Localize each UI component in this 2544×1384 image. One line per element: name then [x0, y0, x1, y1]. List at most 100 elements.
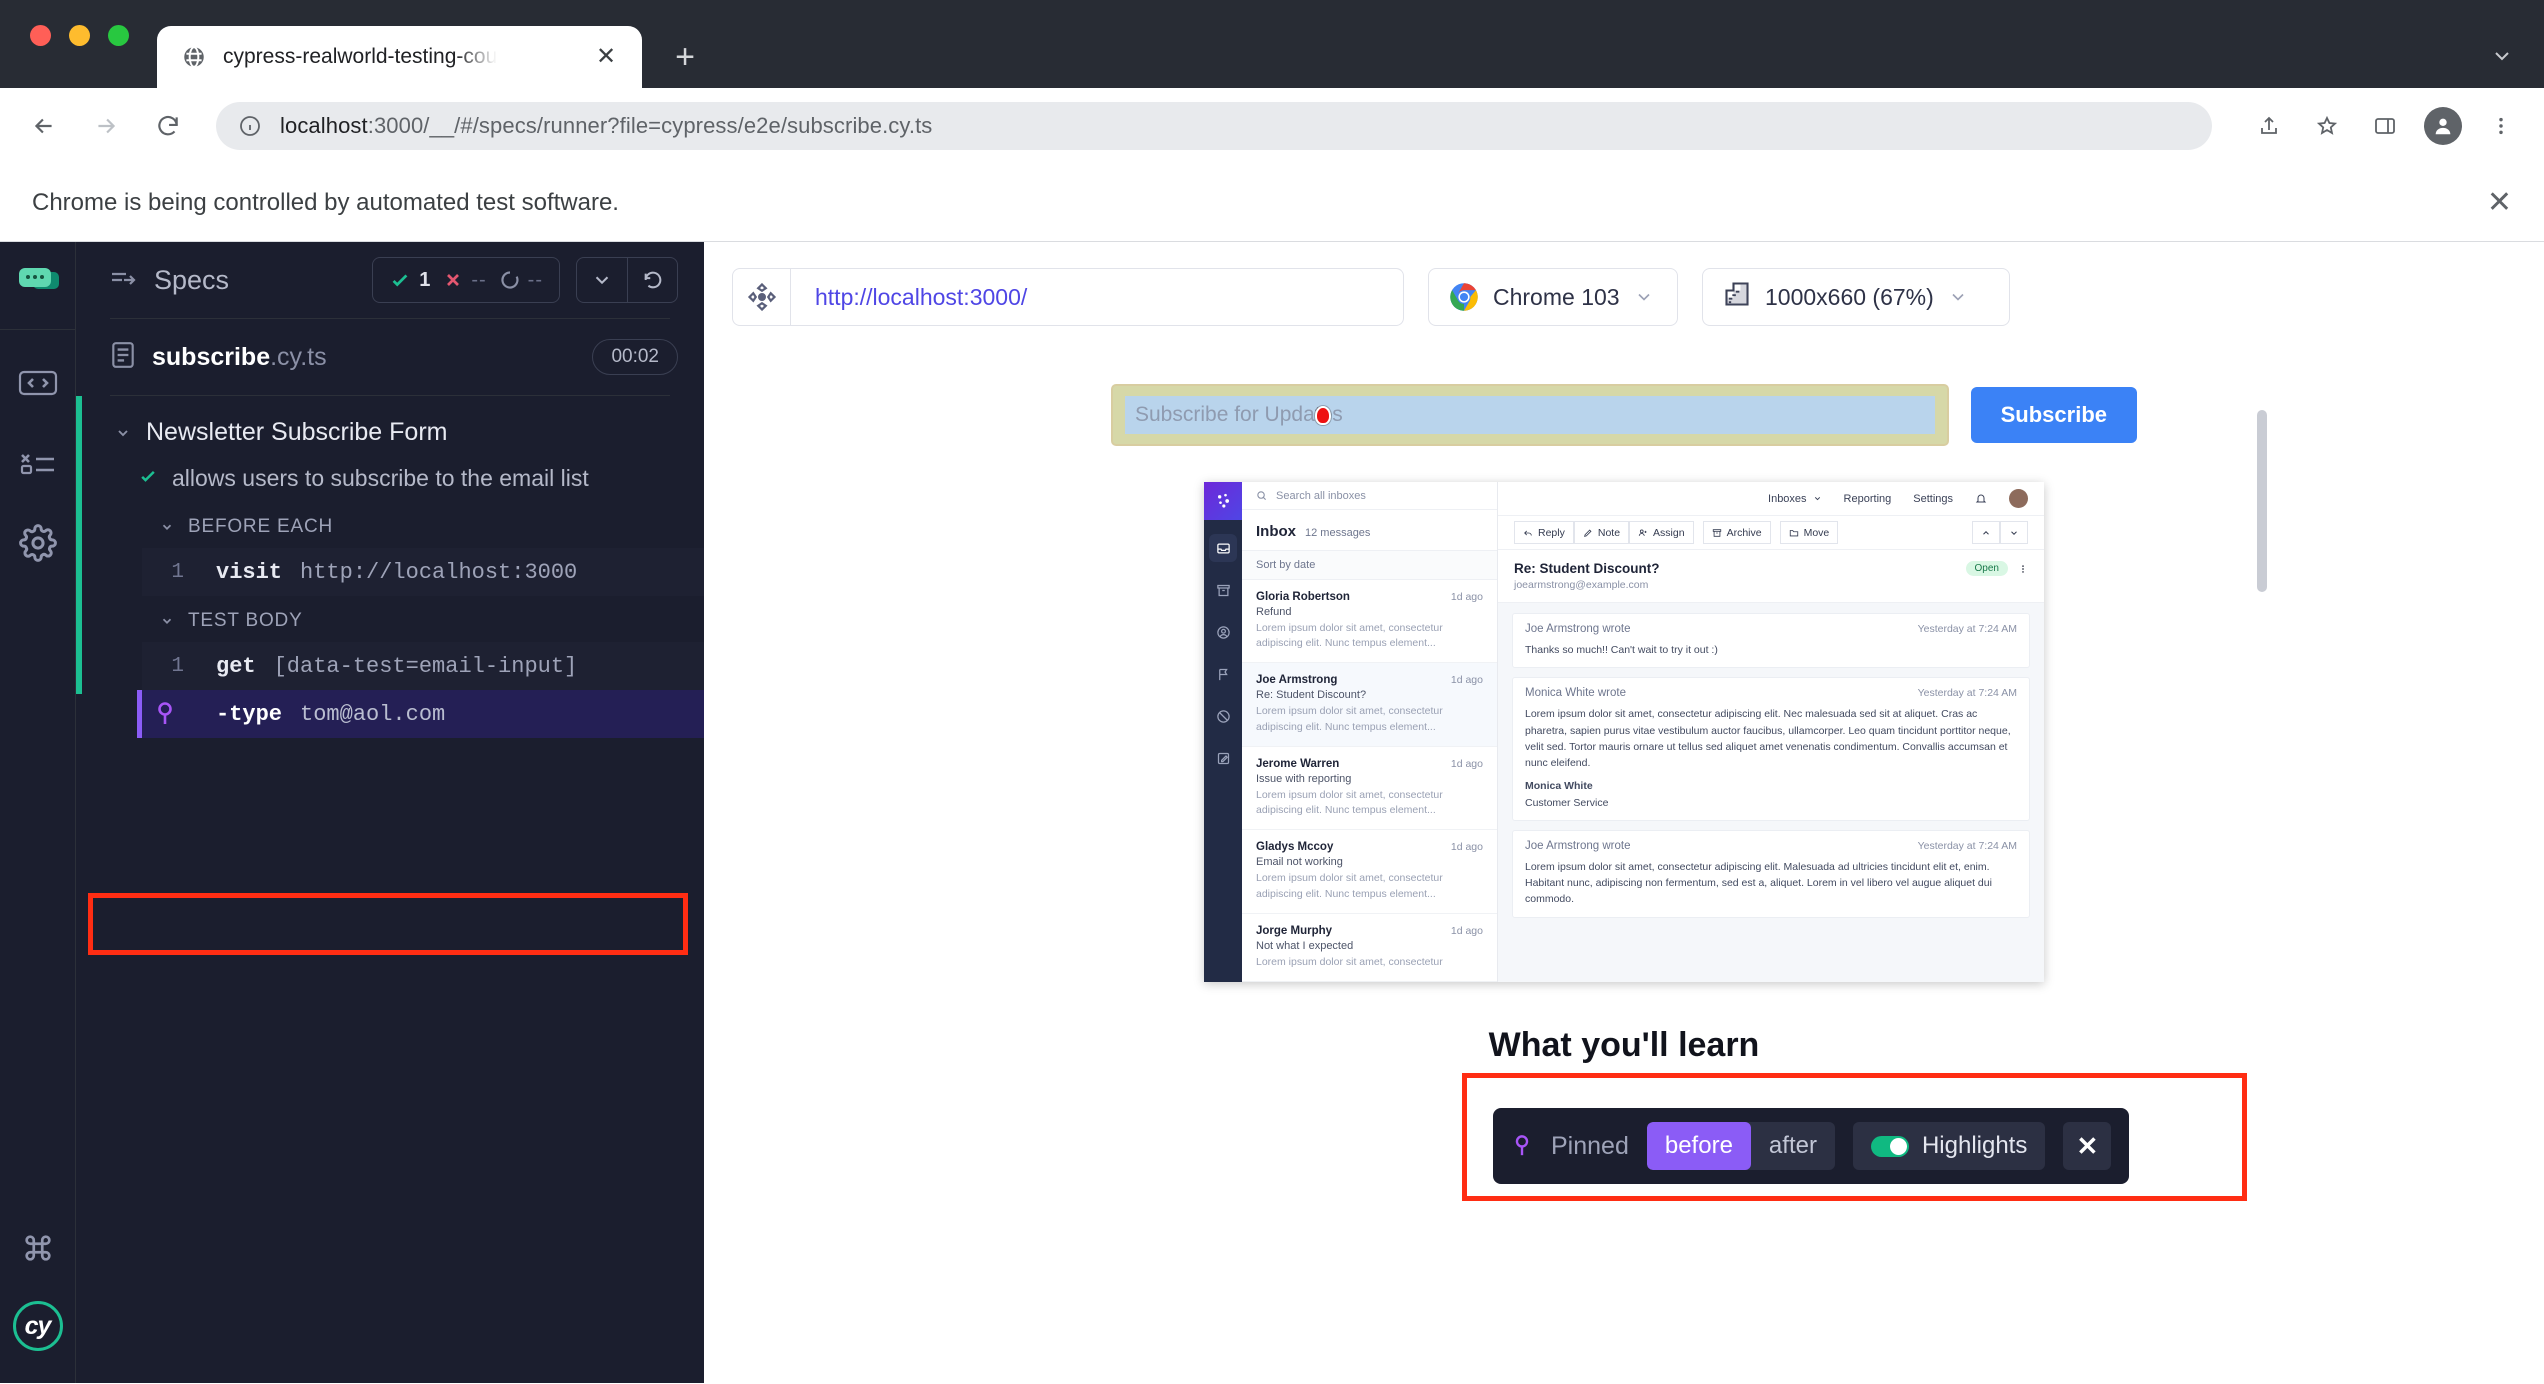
chevron-down-icon[interactable] — [1634, 287, 1654, 307]
toolbar-actions — [2240, 107, 2520, 145]
snapshot-after-button[interactable]: after — [1751, 1122, 1835, 1170]
mail-rail — [1204, 482, 1242, 982]
mail-subject: Not what I expected — [1256, 940, 1483, 952]
spec-name: subscribe.cy.ts — [152, 343, 327, 372]
email-input[interactable]: Subscribe for Updates — [1125, 396, 1935, 434]
browser-toolbar: localhost:3000/__/#/specs/runner?file=cy… — [0, 88, 2544, 164]
test-reporter-panel: Specs 1 -- -- — [76, 242, 704, 1383]
keyboard-shortcuts-icon[interactable] — [11, 1221, 65, 1275]
toggle-switch[interactable] — [1871, 1136, 1909, 1157]
command-row[interactable]: 1 get [data-test=email-input] — [142, 642, 704, 690]
inbox-icon — [1209, 534, 1237, 562]
folder-icon — [1789, 528, 1799, 538]
subscribe-button[interactable]: Subscribe — [1971, 387, 2137, 443]
reporter-header: Specs 1 -- -- — [76, 242, 704, 318]
check-icon — [389, 269, 411, 291]
minimize-window-button[interactable] — [69, 25, 90, 46]
thread-signature: Monica WhiteCustomer Service — [1525, 778, 2017, 811]
nav-reporting: Reporting — [1844, 493, 1892, 505]
reload-icon[interactable] — [148, 106, 188, 146]
new-tab-button[interactable]: + — [658, 30, 712, 84]
tab-search-icon[interactable] — [2490, 44, 2514, 74]
info-icon[interactable] — [238, 114, 262, 138]
settings-gear-icon[interactable] — [11, 516, 65, 570]
chevron-down-icon[interactable] — [158, 614, 176, 628]
ruler-icon — [1723, 280, 1751, 314]
mail-search-placeholder: Search all inboxes — [1276, 490, 1366, 502]
window-controls — [30, 25, 157, 88]
browser-tab[interactable]: cypress-realworld-testing-cou ✕ — [157, 26, 642, 88]
snapshot-before-button[interactable]: before — [1647, 1122, 1751, 1170]
aut-scrollbar[interactable] — [2257, 410, 2267, 592]
hook-label-text: TEST BODY — [188, 610, 303, 632]
chrome-icon — [1449, 282, 1479, 312]
mail-sender: Jorge Murphy — [1256, 925, 1332, 937]
chevron-down-icon[interactable] — [158, 520, 176, 534]
chevron-down-icon[interactable] — [1948, 287, 1968, 307]
back-icon[interactable] — [24, 106, 64, 146]
close-icon[interactable]: ✕ — [2487, 188, 2512, 218]
cypress-logo[interactable]: cy — [13, 1301, 63, 1351]
debug-icon[interactable] — [11, 436, 65, 490]
specs-label[interactable]: Specs — [154, 265, 229, 296]
profile-avatar[interactable] — [2424, 107, 2462, 145]
nav-settings: Settings — [1913, 493, 1953, 505]
hook-before-each-label[interactable]: BEFORE EACH — [114, 502, 704, 548]
bell-icon — [1975, 493, 1987, 505]
test-title[interactable]: allows users to subscribe to the email l… — [114, 455, 704, 502]
reporter-header-actions: 1 -- -- — [372, 257, 678, 303]
viewport-selector-label: 1000x660 (67%) — [1765, 284, 1934, 311]
pending-count: -- — [528, 269, 543, 292]
chrome-menu-icon[interactable] — [2482, 107, 2520, 145]
mail-time: 1d ago — [1451, 674, 1483, 686]
pending-stat: -- — [500, 269, 543, 292]
side-panel-icon[interactable] — [2366, 107, 2404, 145]
thread-wrote: wrote — [1599, 623, 1630, 635]
runs-icon[interactable] — [15, 264, 61, 305]
chevron-down-icon[interactable] — [114, 425, 132, 441]
bookmark-star-icon[interactable] — [2308, 107, 2346, 145]
spec-row[interactable]: subscribe.cy.ts 00:02 — [76, 319, 704, 395]
specs-code-icon[interactable] — [11, 356, 65, 410]
maximize-window-button[interactable] — [108, 25, 129, 46]
command-row-pinned[interactable]: -type tom@aol.com — [137, 690, 704, 738]
mail-logo-icon — [1204, 482, 1242, 520]
pending-circle-icon — [500, 270, 520, 290]
share-icon[interactable] — [2250, 107, 2288, 145]
pin-icon[interactable] — [142, 701, 188, 727]
pinned-snapshot-toolbar: Pinned before after Highlights ✕ — [1493, 1108, 2129, 1184]
suite-title[interactable]: Newsletter Subscribe Form — [114, 410, 704, 455]
thread-sender-name: Joe Armstrong — [1525, 623, 1599, 635]
list-item: Gloria Robertson1d ago Refund Lorem ipsu… — [1242, 580, 1497, 663]
viewport-selector[interactable]: 1000x660 (67%) — [1702, 268, 2010, 326]
hook-test-body-label[interactable]: TEST BODY — [114, 596, 704, 642]
chevron-down-icon[interactable] — [577, 258, 627, 302]
mail-detail-subject: Re: Student Discount? — [1514, 561, 1660, 576]
browser-selector[interactable]: Chrome 103 — [1428, 268, 1678, 326]
chevron-down-icon — [2009, 528, 2019, 538]
close-window-button[interactable] — [30, 25, 51, 46]
mail-message-list: Search all inboxes Inbox 12 messages Sor… — [1242, 482, 1498, 982]
mail-inbox-title: Inbox — [1256, 523, 1296, 540]
thread-body: Lorem ipsum dolor sit amet, consectetur … — [1525, 706, 2017, 771]
mail-inbox-header: Inbox 12 messages — [1242, 510, 1497, 551]
tab-title: cypress-realworld-testing-cou — [223, 45, 497, 69]
assign-label: Assign — [1653, 527, 1685, 539]
nav-inboxes: Inboxes — [1768, 493, 1807, 505]
chevron-up-icon — [1981, 528, 1991, 538]
selector-playground-icon[interactable] — [733, 269, 791, 325]
reply-icon — [1523, 528, 1533, 538]
specs-list-icon — [110, 268, 138, 292]
command-row[interactable]: 1 visit http://localhost:3000 — [142, 548, 704, 596]
highlights-toggle[interactable]: Highlights — [1853, 1122, 2045, 1170]
thread-sign-role: Customer Service — [1525, 797, 1608, 809]
close-icon[interactable]: ✕ — [2063, 1122, 2111, 1170]
marketing-screenshot: Search all inboxes Inbox 12 messages Sor… — [1204, 482, 2044, 982]
thread-sender: Joe Armstrong wrote — [1525, 623, 1630, 635]
address-bar[interactable]: localhost:3000/__/#/specs/runner?file=cy… — [216, 102, 2212, 150]
close-icon[interactable]: ✕ — [590, 41, 622, 73]
aut-url-text: http://localhost:3000/ — [791, 284, 1027, 311]
restart-icon[interactable] — [627, 258, 677, 302]
aut-url-bar[interactable]: http://localhost:3000/ — [732, 268, 1404, 326]
aut-iframe[interactable]: Subscribe for Updates Subscribe — [963, 362, 2285, 1180]
